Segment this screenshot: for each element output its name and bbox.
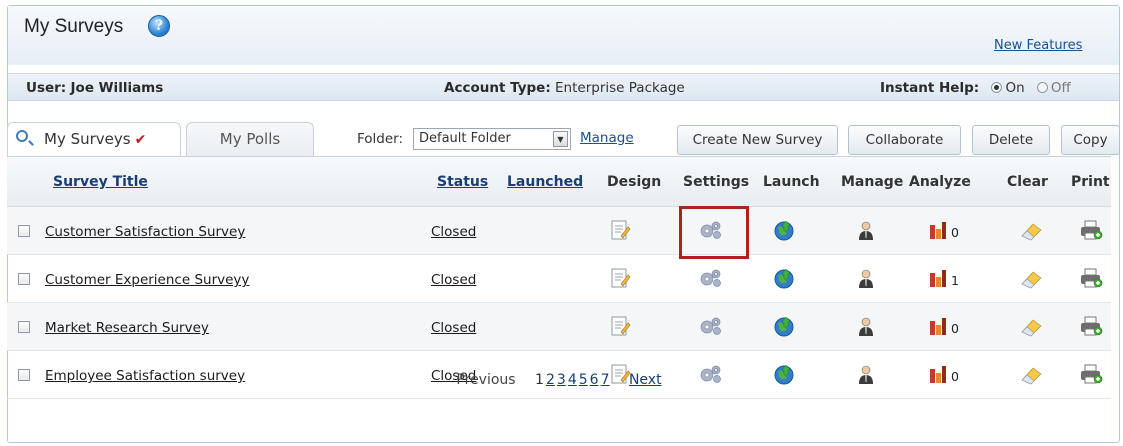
account-info: Account Type: Enterprise Package (444, 80, 685, 96)
search-icon (16, 130, 28, 142)
col-survey-title[interactable]: Survey Title (53, 174, 148, 190)
page-link-7[interactable]: 7 (601, 372, 610, 388)
col-print: Print (1071, 174, 1110, 190)
analyze-chart-icon[interactable] (927, 219, 949, 241)
col-clear: Clear (1007, 174, 1048, 190)
new-features-link[interactable]: New Features (994, 38, 1082, 53)
row-checkbox[interactable] (18, 273, 30, 285)
clear-eraser-icon[interactable] (1019, 267, 1045, 289)
user-name: Joe Williams (70, 80, 164, 96)
table-row: Market Research Survey Closed 0 (7, 303, 1111, 351)
survey-title-link[interactable]: Market Research Survey (45, 320, 209, 336)
account-label: Account Type: (444, 80, 551, 96)
design-icon[interactable] (609, 219, 631, 241)
design-icon[interactable] (609, 315, 631, 337)
folder-select[interactable]: Default Folder ▼ (413, 128, 571, 150)
settings-gear-icon[interactable] (697, 267, 723, 289)
settings-gear-icon[interactable] (697, 315, 723, 337)
col-analyze: Analyze (909, 174, 971, 190)
checkmark-icon: ✔ (134, 132, 147, 148)
help-on-label[interactable]: On (1005, 80, 1024, 96)
user-label: User: (26, 80, 67, 96)
manage-person-icon[interactable] (855, 219, 877, 241)
delete-button[interactable]: Delete (972, 125, 1050, 155)
help-off-label[interactable]: Off (1051, 80, 1071, 96)
response-count: 0 (951, 321, 959, 336)
instant-help: Instant Help: On Off (880, 80, 1071, 96)
survey-title-link[interactable]: Customer Satisfaction Survey (45, 224, 245, 240)
pagination: Previous 1234567 Next (7, 360, 1111, 400)
help-off-radio[interactable] (1036, 82, 1048, 93)
tab-my-surveys-label: My Surveys (44, 130, 131, 148)
chevron-down-icon[interactable]: ▼ (553, 131, 568, 147)
manage-person-icon[interactable] (855, 315, 877, 337)
response-count: 1 (951, 273, 959, 288)
print-icon[interactable] (1079, 267, 1103, 289)
page-link-4[interactable]: 4 (568, 372, 577, 388)
settings-highlight-box (679, 206, 749, 259)
user-info: User: Joe Williams (26, 80, 163, 96)
launch-globe-icon[interactable] (773, 219, 795, 241)
instant-help-label: Instant Help: (880, 80, 980, 96)
page-link-5[interactable]: 5 (579, 372, 588, 388)
table-row: Customer Experience Surveyy Closed 1 (7, 255, 1111, 303)
tab-my-polls[interactable]: My Polls (186, 122, 314, 156)
page-title: My Surveys (24, 16, 124, 37)
help-on-radio[interactable] (991, 82, 1003, 93)
col-settings: Settings (683, 174, 750, 190)
previous-link[interactable]: Previous (456, 372, 515, 388)
status-link[interactable]: Closed (431, 272, 476, 288)
print-icon[interactable] (1079, 315, 1103, 337)
design-icon[interactable] (609, 267, 631, 289)
manage-person-icon[interactable] (855, 267, 877, 289)
tab-my-polls-label: My Polls (219, 130, 281, 148)
clear-eraser-icon[interactable] (1019, 315, 1045, 337)
analyze-chart-icon[interactable] (927, 267, 949, 289)
launch-globe-icon[interactable] (773, 267, 795, 289)
copy-button[interactable]: Copy (1061, 125, 1120, 155)
folder-label: Folder: (357, 131, 404, 147)
table-header: Survey Title Status Launched Design Sett… (7, 157, 1111, 207)
launch-globe-icon[interactable] (773, 315, 795, 337)
page-link-6[interactable]: 6 (590, 372, 599, 388)
analyze-chart-icon[interactable] (927, 315, 949, 337)
help-icon[interactable]: ? (148, 15, 170, 37)
status-link[interactable]: Closed (431, 320, 476, 336)
col-design: Design (607, 174, 662, 190)
account-value: Enterprise Package (555, 80, 685, 96)
row-checkbox[interactable] (18, 225, 30, 237)
create-new-survey-button[interactable]: Create New Survey (677, 125, 838, 155)
clear-eraser-icon[interactable] (1019, 219, 1045, 241)
col-status[interactable]: Status (437, 174, 488, 190)
row-checkbox[interactable] (18, 321, 30, 333)
survey-title-link[interactable]: Customer Experience Surveyy (45, 272, 249, 288)
col-launched[interactable]: Launched (507, 174, 583, 190)
status-link[interactable]: Closed (431, 224, 476, 240)
header: My Surveys ? New Features (8, 6, 1119, 65)
info-bar: User: Joe Williams Account Type: Enterpr… (8, 73, 1119, 101)
collaborate-button[interactable]: Collaborate (848, 125, 961, 155)
col-manage: Manage (841, 174, 904, 190)
manage-folder-link[interactable]: Manage (580, 130, 634, 146)
page-numbers: 1234567 (534, 372, 610, 388)
col-launch: Launch (763, 174, 820, 190)
folder-select-value: Default Folder (419, 131, 511, 146)
tab-my-surveys[interactable]: My Surveys ✔ (7, 122, 181, 156)
print-icon[interactable] (1079, 219, 1103, 241)
next-link[interactable]: Next (629, 372, 662, 388)
page-link-1[interactable]: 1 (535, 372, 544, 388)
table-row: Customer Satisfaction Survey Closed 0 (7, 207, 1111, 255)
response-count: 0 (951, 225, 959, 240)
page-link-2[interactable]: 2 (546, 372, 555, 388)
page-link-3[interactable]: 3 (557, 372, 566, 388)
